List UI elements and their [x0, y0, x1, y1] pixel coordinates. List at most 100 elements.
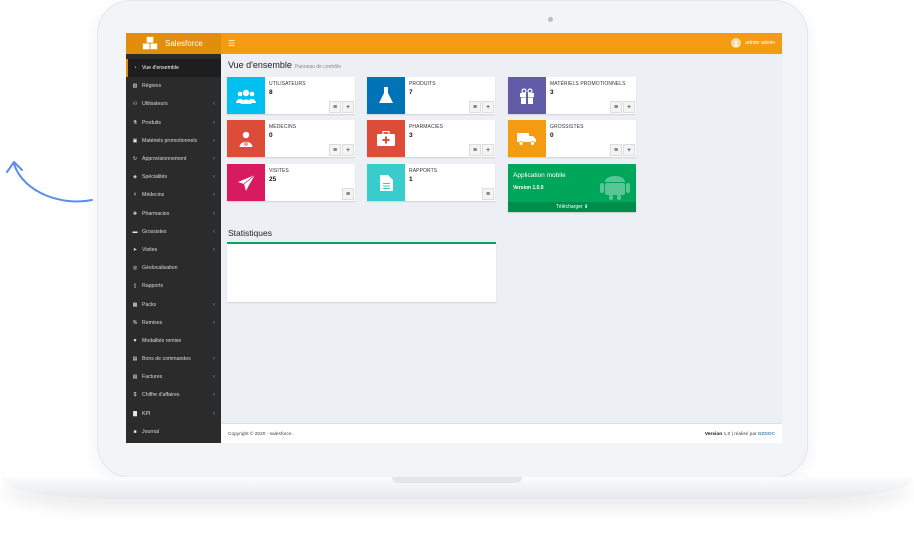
- download-link[interactable]: Télécharger ⬇: [508, 202, 636, 212]
- user-menu[interactable]: admin admin: [731, 38, 775, 48]
- hamburger-icon[interactable]: ☰: [228, 39, 235, 48]
- sidebar-item-label: Visites: [142, 246, 158, 253]
- list-button[interactable]: ≡: [610, 144, 622, 156]
- sidebar-item-label: Factures: [142, 374, 163, 381]
- doctor-icon: ⚕: [133, 192, 137, 199]
- send-icon: ➤: [132, 246, 138, 253]
- medkit-icon: ✚: [132, 210, 138, 217]
- info-box-utilisateurs: UTILISATEURS 8 ≡ +: [227, 77, 355, 114]
- sidebar-item[interactable]: ▧ Régions: [126, 77, 221, 95]
- sidebar-item[interactable]: ↻ Approvisionnement ‹: [126, 150, 221, 168]
- box-label: MATÉRIELS PROMOTIONNELS: [550, 81, 626, 87]
- info-box-medecins: MÉDECINS 0 ≡ +: [227, 120, 355, 157]
- avatar: [731, 38, 742, 48]
- sidebar-item[interactable]: ⚇ Utilisateurs ‹: [126, 95, 221, 113]
- brand-name: Salesforce: [165, 39, 203, 48]
- top-navbar: ☰ admin admin: [221, 33, 782, 54]
- sidebar-item-label: Produits: [142, 119, 162, 126]
- version-value: 1.0: [723, 432, 731, 437]
- info-box-produits: PRODUITS 7 ≡ +: [367, 77, 495, 114]
- sidebar-item[interactable]: ▤ Factures ‹: [126, 368, 221, 386]
- version-label: Version: [704, 432, 723, 437]
- sidebar-item[interactable]: ▇ KPI ‹: [126, 405, 221, 423]
- page-subtitle: Panneau de contrôle: [294, 64, 342, 70]
- chevron-left-icon: ‹: [213, 137, 215, 144]
- sidebar-item[interactable]: ▬ Grossistes ‹: [126, 223, 221, 241]
- sidebar-item[interactable]: % Remises ‹: [126, 314, 221, 332]
- chevron-left-icon: ‹: [213, 374, 215, 381]
- sidebar-item[interactable]: ▼ Modalités remise: [126, 332, 221, 350]
- info-box-rapports: RAPPORTS 1 ≡: [367, 164, 495, 201]
- box-value: 0: [269, 132, 273, 139]
- box-label: MÉDECINS: [269, 124, 297, 130]
- flask-icon: [367, 77, 405, 114]
- sidebar-item-label: Rapports: [142, 283, 164, 290]
- statistics-title: Statistiques: [228, 228, 272, 238]
- list-button[interactable]: ≡: [329, 144, 341, 156]
- sidebar-item[interactable]: ➤ Visites ‹: [126, 241, 221, 259]
- list-button[interactable]: ≡: [610, 101, 622, 113]
- mobile-app-version: Version 1.0.0: [513, 185, 544, 191]
- sidebar-item-label: Matériels promotionnels: [142, 137, 198, 144]
- medkit-icon: [367, 120, 405, 157]
- list-button[interactable]: ≡: [329, 101, 341, 113]
- chevron-left-icon: ‹: [213, 174, 215, 181]
- sidebar-item[interactable]: ▯ Rapports: [126, 277, 221, 295]
- sidebar-item[interactable]: ⚗ Produits ‹: [126, 114, 221, 132]
- sidebar-item[interactable]: ▦ Packs ‹: [126, 295, 221, 313]
- cubes-logo-icon: [142, 36, 158, 49]
- chevron-left-icon: ‹: [213, 210, 215, 217]
- users-icon: [227, 77, 265, 114]
- sidebar-item[interactable]: $ Chiffre d'affaires ‹: [126, 386, 221, 404]
- sidebar-item[interactable]: ◎ Géolocalisation: [126, 259, 221, 277]
- chevron-left-icon: ‹: [213, 392, 215, 399]
- chevron-left-icon: ‹: [213, 410, 215, 417]
- footer: Copyright © 2020 - salesforce . Version …: [221, 423, 782, 443]
- sidebar-item[interactable]: ⚕ Médecins ‹: [126, 186, 221, 204]
- add-button[interactable]: +: [482, 101, 494, 113]
- dzdoc-link[interactable]: DZDOC: [758, 432, 775, 437]
- add-button[interactable]: +: [623, 144, 635, 156]
- book-icon: ■: [133, 428, 137, 435]
- box-label: PRODUITS: [409, 81, 436, 87]
- chevron-left-icon: ‹: [213, 119, 215, 126]
- sidebar-item[interactable]: ◔ Vue d'ensemble: [126, 59, 221, 78]
- flask-icon: ⚗: [132, 119, 138, 126]
- chevron-left-icon: ‹: [213, 356, 215, 363]
- box-label: RAPPORTS: [409, 168, 438, 174]
- sidebar-item-label: Vue d'ensemble: [142, 65, 179, 72]
- sidebar-item-label: Régions: [142, 83, 162, 90]
- chevron-left-icon: ‹: [213, 192, 215, 199]
- add-button[interactable]: +: [342, 144, 354, 156]
- brand[interactable]: Salesforce: [126, 33, 221, 54]
- box-value: 25: [269, 176, 277, 183]
- refresh-icon: ↻: [132, 156, 138, 163]
- sidebar-item-label: Remises: [142, 319, 163, 326]
- box-value: 1: [409, 176, 413, 183]
- sidebar-item[interactable]: ▣ Matériels promotionnels ‹: [126, 132, 221, 150]
- user-name: admin admin: [745, 40, 775, 46]
- sidebar-item[interactable]: ▤ Bons de commandes ‹: [126, 350, 221, 368]
- cart-icon: ▤: [132, 374, 138, 381]
- list-button[interactable]: ≡: [342, 188, 354, 200]
- map-icon: ▧: [132, 83, 138, 90]
- list-button[interactable]: ≡: [469, 101, 481, 113]
- doctor-icon: [227, 120, 265, 157]
- chevron-left-icon: ‹: [213, 319, 215, 326]
- add-button[interactable]: +: [342, 101, 354, 113]
- file-icon: ▯: [133, 283, 137, 290]
- cubes-icon: ▦: [132, 301, 138, 308]
- add-button[interactable]: +: [623, 101, 635, 113]
- box-value: 7: [409, 89, 413, 96]
- user-icon: [733, 40, 739, 46]
- sidebar-item[interactable]: ✚ Pharmacies ‹: [126, 205, 221, 223]
- sidebar-item[interactable]: ◈ Spécialités ‹: [126, 168, 221, 186]
- page-title-text: Vue d'ensemble: [228, 60, 292, 70]
- sidebar-item[interactable]: ■ Journal: [126, 423, 221, 441]
- list-button[interactable]: ≡: [482, 188, 494, 200]
- percent-icon: %: [132, 319, 138, 326]
- add-button[interactable]: +: [482, 144, 494, 156]
- dashboard-icon: ◔: [133, 65, 137, 72]
- list-button[interactable]: ≡: [469, 144, 481, 156]
- sidebar-menu: ◔ Vue d'ensemble ▧ Régions ⚇ Utilisateurs ‹ ⚗ Pr…: [126, 54, 221, 441]
